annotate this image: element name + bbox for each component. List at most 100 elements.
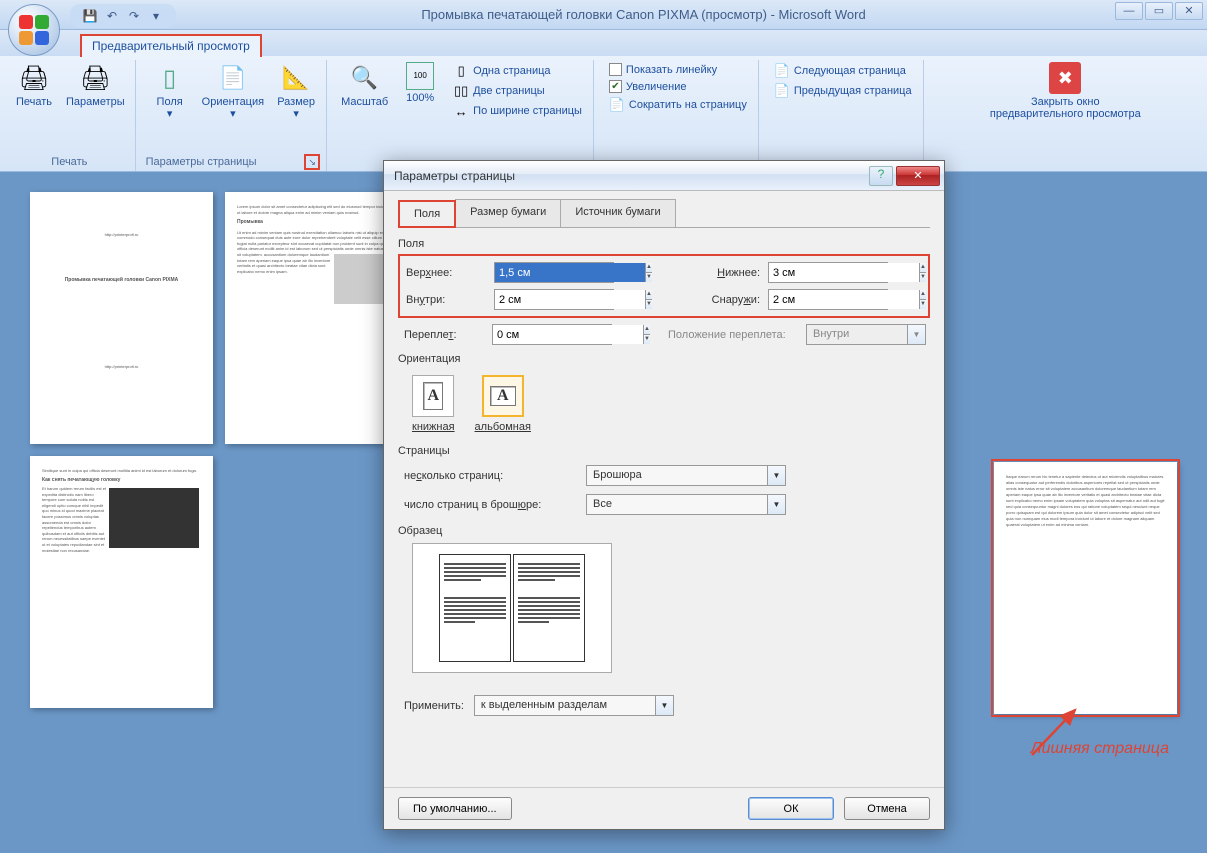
portrait-icon: A	[412, 375, 454, 417]
ribbon-group-page-setup: Поля▾ Ориентация▾ Размер▾ Параметры стра…	[140, 60, 327, 171]
inside-margin-label: Внутри:	[406, 294, 486, 306]
tab-paper-source[interactable]: Источник бумаги	[560, 199, 675, 227]
inside-margin-spinner[interactable]: ▲▼	[494, 289, 614, 310]
checkbox-icon	[609, 63, 622, 76]
apply-to-label: Применить:	[404, 700, 464, 712]
printer-gear-icon	[79, 62, 111, 94]
inside-margin-input[interactable]	[495, 290, 645, 309]
one-page-icon: ▯	[453, 63, 469, 79]
section-fields-label: Поля	[398, 238, 930, 250]
spin-up-icon[interactable]: ▲	[645, 263, 652, 273]
annotation-text: Лишняя страница	[1031, 740, 1169, 758]
gutter-input[interactable]	[493, 325, 643, 344]
top-margin-input[interactable]	[495, 263, 645, 282]
magnifier-icon	[349, 62, 381, 94]
sample-preview	[412, 543, 612, 673]
two-pages-icon: ▯▯	[453, 83, 469, 99]
sheets-per-booklet-combo[interactable]: Все▼	[586, 494, 786, 515]
bottom-margin-label: Нижнее:	[670, 267, 760, 279]
multiple-pages-combo[interactable]: Брошюра▼	[586, 465, 786, 486]
ribbon-group-nav: 📄Следующая страница 📄Предыдущая страница	[763, 60, 924, 171]
checkbox-checked-icon: ✔	[609, 80, 622, 93]
zoom-100-button[interactable]: 100 100%	[396, 60, 444, 106]
outside-margin-spinner[interactable]: ▲▼	[768, 289, 888, 310]
size-button[interactable]: Размер▾	[272, 60, 320, 122]
orientation-landscape-button[interactable]: A альбомная	[475, 375, 531, 433]
section-orientation-label: Ориентация	[398, 353, 930, 365]
ribbon-group-zoom: Масштаб 100 100% ▯Одна страница ▯▯Две ст…	[331, 60, 594, 171]
page-thumb-5[interactable]: Itaque earum rerum hic tenetur a sapient…	[994, 462, 1177, 714]
page-setup-dialog: Параметры страницы ? ✕ Поля Размер бумаг…	[383, 160, 945, 830]
orientation-button[interactable]: Ориентация▾	[198, 60, 268, 122]
gutter-position-combo: Внутри▼	[806, 324, 926, 345]
close-preview-button[interactable]: Закрыть окнопредварительного просмотра	[986, 60, 1145, 122]
outside-margin-label: Снаружи:	[670, 294, 760, 306]
margins-icon	[154, 62, 186, 94]
default-button[interactable]: По умолчанию...	[398, 797, 512, 820]
close-icon	[1049, 62, 1081, 94]
top-margin-spinner[interactable]: ▲▼	[494, 262, 614, 283]
printer-icon	[18, 62, 50, 94]
print-button[interactable]: Печать	[10, 60, 58, 110]
quick-access-toolbar: 💾 ↶ ↷ ▾	[70, 4, 176, 28]
dialog-close-button[interactable]: ✕	[896, 166, 940, 186]
dialog-help-button[interactable]: ?	[869, 166, 893, 186]
margins-button[interactable]: Поля▾	[146, 60, 194, 122]
minimize-button[interactable]: —	[1115, 2, 1143, 20]
page-width-icon: ↔	[453, 103, 469, 119]
spin-down-icon[interactable]: ▼	[645, 273, 652, 282]
window-close-button[interactable]: ✕	[1175, 2, 1203, 20]
next-page-button[interactable]: 📄Следующая страница	[771, 62, 915, 80]
outside-margin-input[interactable]	[769, 290, 919, 309]
page-thumb-4[interactable]: Similique sunt in culpa qui officia dese…	[30, 456, 213, 708]
print-options-button[interactable]: Параметры	[62, 60, 129, 110]
apply-to-combo[interactable]: к выделенным разделам▼	[474, 695, 674, 716]
gutter-position-label: Положение переплета:	[668, 329, 798, 341]
qat-customize-button[interactable]: ▾	[146, 6, 166, 26]
top-margin-label: Верхнее:	[406, 267, 486, 279]
dialog-footer: По умолчанию... ОК Отмена	[384, 787, 944, 829]
next-page-icon: 📄	[774, 63, 790, 79]
office-button[interactable]	[8, 4, 60, 56]
qat-undo-button[interactable]: ↶	[102, 6, 122, 26]
maximize-button[interactable]: ▭	[1145, 2, 1173, 20]
sheets-per-booklet-label: число страниц в брошюре:	[404, 499, 574, 511]
section-sample-label: Образец	[398, 525, 930, 537]
shrink-one-page-button[interactable]: 📄Сократить на страницу	[606, 96, 750, 114]
magnifier-checkbox[interactable]: ✔Увеличение	[606, 79, 750, 94]
tab-fields[interactable]: Поля	[398, 200, 456, 228]
group-label-page-setup: Параметры страницы ↘	[146, 153, 320, 171]
cancel-button[interactable]: Отмена	[844, 797, 930, 820]
group-label-print: Печать	[10, 153, 129, 171]
page-setup-dialog-launcher[interactable]: ↘	[304, 154, 320, 170]
chevron-down-icon[interactable]: ▼	[767, 495, 785, 514]
dialog-title: Параметры страницы	[394, 169, 869, 183]
two-pages-button[interactable]: ▯▯Две страницы	[450, 82, 585, 100]
chevron-down-icon[interactable]: ▼	[767, 466, 785, 485]
ok-button[interactable]: ОК	[748, 797, 834, 820]
zoom-button[interactable]: Масштаб	[337, 60, 392, 110]
zoom-100-icon: 100	[406, 62, 434, 90]
bottom-margin-input[interactable]	[769, 263, 919, 282]
chevron-down-icon[interactable]: ▼	[655, 696, 673, 715]
size-icon	[280, 62, 312, 94]
show-ruler-checkbox[interactable]: Показать линейку	[606, 62, 750, 77]
tab-print-preview[interactable]: Предварительный просмотр	[80, 34, 262, 57]
bottom-margin-spinner[interactable]: ▲▼	[768, 262, 888, 283]
chevron-down-icon: ▼	[907, 325, 925, 344]
gutter-spinner[interactable]: ▲▼	[492, 324, 612, 345]
qat-save-button[interactable]: 💾	[80, 6, 100, 26]
qat-redo-button[interactable]: ↷	[124, 6, 144, 26]
tab-paper-size[interactable]: Размер бумаги	[455, 199, 561, 227]
one-page-button[interactable]: ▯Одна страница	[450, 62, 585, 80]
page-thumb-2[interactable]: Lorem ipsum dolor sit amet consectetur a…	[225, 192, 408, 444]
orientation-icon	[217, 62, 249, 94]
shrink-icon: 📄	[609, 97, 625, 113]
page-width-button[interactable]: ↔По ширине страницы	[450, 102, 585, 120]
prev-page-button[interactable]: 📄Предыдущая страница	[771, 82, 915, 100]
prev-page-icon: 📄	[774, 83, 790, 99]
orientation-portrait-button[interactable]: A книжная	[412, 375, 455, 433]
dialog-titlebar[interactable]: Параметры страницы ? ✕	[384, 161, 944, 191]
page-thumb-1[interactable]: http://printerprofi.ru Промывка печатающ…	[30, 192, 213, 444]
window-title: Промывка печатающей головки Canon PIXMA …	[80, 7, 1207, 22]
